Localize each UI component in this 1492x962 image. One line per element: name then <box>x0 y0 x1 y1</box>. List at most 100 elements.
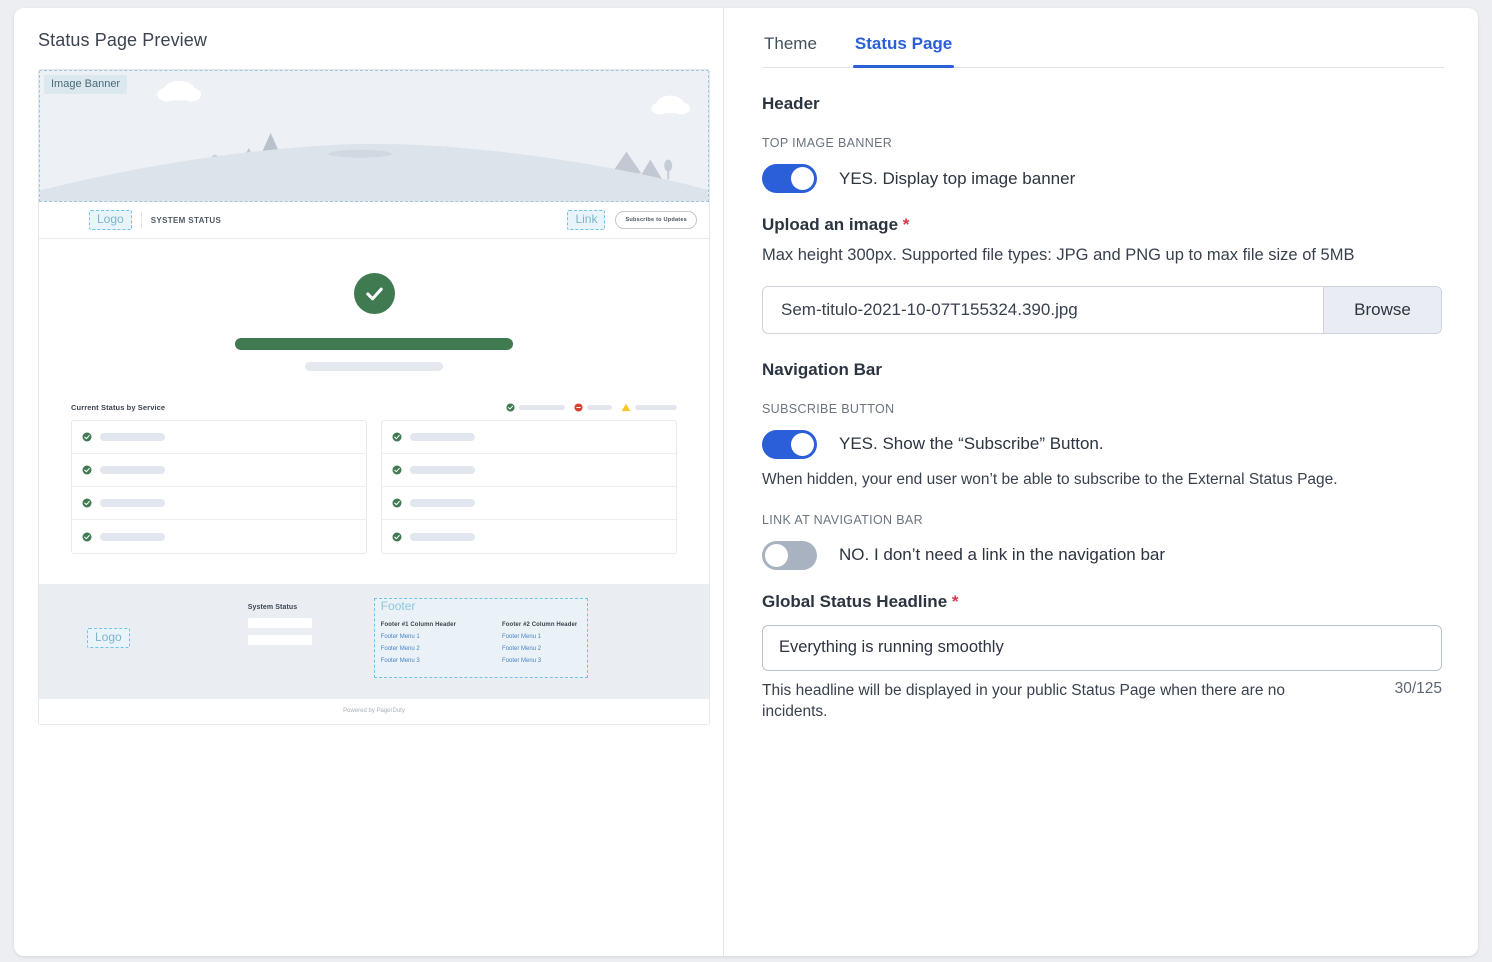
legend-bar <box>587 405 612 410</box>
service-row <box>382 454 676 487</box>
footer-column-header: Footer #1 Column Header <box>380 622 457 628</box>
upload-help-text: Max height 300px. Supported file types: … <box>762 246 1355 264</box>
top-image-banner-toggle[interactable] <box>762 164 817 193</box>
service-name-placeholder <box>410 433 475 441</box>
top-image-banner-toggle-text: YES. Display top image banner <box>839 168 1076 188</box>
status-page-mock: Image Banner Logo SYSTEM STATUS Link Sub… <box>38 69 710 725</box>
footer-menu-link: Footer Menu 1 <box>502 634 542 640</box>
footer-column-2: Footer #2 Column Header Footer Menu 1 Fo… <box>502 602 577 670</box>
footer-logo-placeholder: Logo <box>87 628 130 648</box>
top-image-banner-toggle-row: YES. Display top image banner <box>762 164 1444 193</box>
service-name-placeholder <box>410 499 475 507</box>
services-grid <box>71 420 677 554</box>
operational-icon <box>392 465 402 475</box>
global-status-headline-label: Global Status Headline * <box>762 592 1444 612</box>
footer-menu-link: Footer Menu 2 <box>502 646 542 652</box>
services-column <box>71 420 367 554</box>
subscribe-button-label: SUBSCRIBE BUTTON <box>762 401 895 416</box>
uploaded-file-name: Sem-titulo-2021-10-07T155324.390.jpg <box>781 299 1078 319</box>
tab-theme[interactable]: Theme <box>762 34 819 67</box>
operational-check-icon <box>353 273 395 314</box>
operational-icon <box>82 432 92 442</box>
upload-image-label: Upload an image * <box>762 215 1444 235</box>
preview-services-section: Current Status by Service <box>39 397 709 584</box>
subscribe-button-toggle[interactable] <box>762 429 817 459</box>
operational-icon <box>82 532 92 541</box>
global-status-headline-input[interactable] <box>762 624 1442 671</box>
legend-bar <box>635 405 677 410</box>
footer-system-status-block: System Status <box>247 598 312 645</box>
banner-landscape-illustration <box>40 71 708 201</box>
legend-bar <box>519 405 565 410</box>
preview-navigation-bar: Logo SYSTEM STATUS Link Subscribe to Upd… <box>39 202 709 239</box>
footer-status-placeholder-bar <box>247 618 312 628</box>
service-row <box>382 487 676 520</box>
footer-tag: Footer <box>380 599 416 613</box>
service-row <box>382 520 676 553</box>
link-navigation-toggle[interactable] <box>762 540 817 570</box>
link-at-navigation-bar-label: LINK AT NAVIGATION BAR <box>762 512 923 527</box>
toggle-knob <box>791 432 814 456</box>
footer-menu-link: Footer Menu 3 <box>502 658 542 664</box>
service-row <box>72 520 366 553</box>
footer-menu-link: Footer Menu 2 <box>380 646 420 652</box>
link-navigation-toggle-row: NO. I don’t need a link in the navigatio… <box>762 540 1444 570</box>
footer-column-header: Footer #2 Column Header <box>502 622 578 628</box>
subheadline-placeholder-bar <box>305 362 443 371</box>
services-header: Current Status by Service <box>71 403 677 412</box>
service-name-placeholder <box>100 433 165 441</box>
footer-menu-link: Footer Menu 1 <box>380 634 420 640</box>
operational-icon <box>506 403 515 412</box>
preview-title: Status Page Preview <box>38 30 207 50</box>
service-name-placeholder <box>100 532 165 541</box>
required-asterisk: * <box>951 591 959 611</box>
services-legend <box>506 403 677 412</box>
service-row <box>382 421 676 454</box>
subscribe-button-toggle-text: YES. Show the “Subscribe” Button. <box>839 434 1104 454</box>
upload-image-label-text: Upload an image <box>762 215 899 234</box>
legend-operational <box>506 403 565 412</box>
headline-placeholder-bar <box>235 338 513 350</box>
operational-icon <box>392 432 402 442</box>
status-page-preview-pane: Status Page Preview Image Banner Logo SY… <box>14 8 724 956</box>
toggle-knob <box>791 167 814 190</box>
major-outage-icon <box>574 403 583 412</box>
preview-global-status-hero <box>39 239 709 397</box>
footer-status-placeholder-bar <box>247 635 312 645</box>
footer-menu-link: Footer Menu 3 <box>380 658 420 664</box>
headline-help-text: This headline will be displayed in your … <box>762 681 1286 721</box>
headline-character-counter: 30/125 <box>1394 679 1442 697</box>
image-upload-field[interactable]: Sem-titulo-2021-10-07T155324.390.jpg Bro… <box>762 285 1442 334</box>
settings-tabs: Theme Status Page <box>762 34 1444 68</box>
service-name-placeholder <box>100 499 165 507</box>
legend-degraded <box>621 403 677 412</box>
legend-major-outage <box>574 403 612 412</box>
subscribe-button-note: When hidden, your end user won’t be able… <box>762 470 1338 488</box>
service-name-placeholder <box>410 466 475 474</box>
service-name-placeholder <box>410 532 475 541</box>
tab-status-page[interactable]: Status Page <box>852 34 955 68</box>
nav-right-group: Link Subscribe to Updates <box>567 210 697 230</box>
link-navigation-toggle-text: NO. I don’t need a link in the navigatio… <box>839 545 1166 565</box>
operational-icon <box>392 498 402 508</box>
footer-system-status-title: System Status <box>247 604 298 611</box>
preview-subscribe-button: Subscribe to Updates <box>615 211 697 229</box>
global-status-headline-label-text: Global Status Headline <box>762 591 948 611</box>
powered-by-label: Powered by PagerDuty <box>39 698 709 724</box>
navigation-bar-section-title: Navigation Bar <box>762 359 882 379</box>
subscribe-button-toggle-row: YES. Show the “Subscribe” Button. <box>762 429 1444 459</box>
service-row <box>72 487 366 520</box>
preview-footer: Logo System Status Footer Footer #1 Colu… <box>39 584 709 698</box>
services-heading: Current Status by Service <box>71 403 166 412</box>
status-page-settings-pane: Theme Status Page Header TOP IMAGE BANNE… <box>724 8 1478 956</box>
preview-system-status-label: SYSTEM STATUS <box>150 215 222 225</box>
browse-button[interactable]: Browse <box>1323 286 1441 333</box>
top-image-banner-preview: Image Banner <box>39 70 709 202</box>
status-page-settings-card: Status Page Preview Image Banner Logo SY… <box>14 8 1478 956</box>
image-banner-tag: Image Banner <box>44 75 128 94</box>
top-image-banner-label: TOP IMAGE BANNER <box>762 136 893 150</box>
service-row <box>72 421 366 454</box>
services-column <box>381 420 677 554</box>
service-row <box>72 454 366 487</box>
header-section-title: Header <box>762 94 820 113</box>
